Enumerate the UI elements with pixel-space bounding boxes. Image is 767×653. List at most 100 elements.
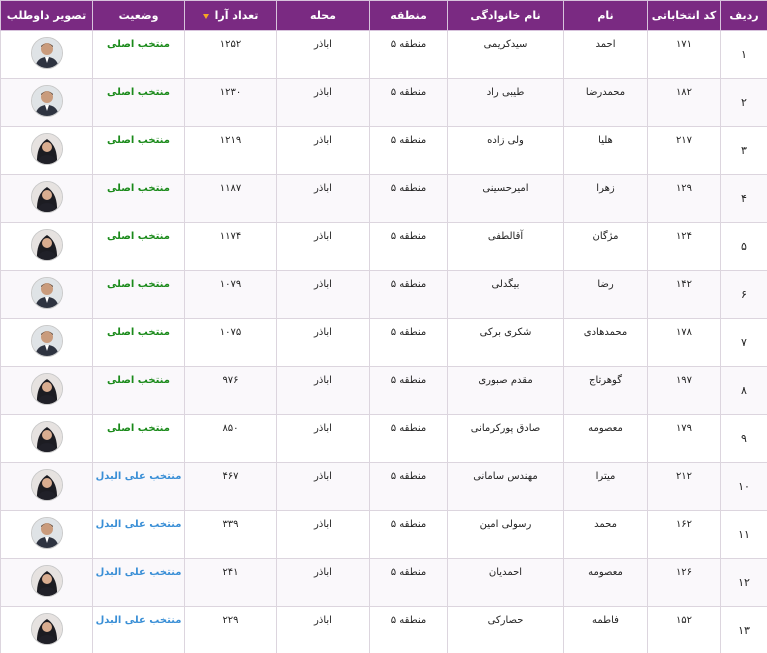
table-row: ۶ ۱۴۲ رضا بیگدلی منطقه ۵ اباذر ۱۰۷۹ منتخب اصلی [0,270,767,319]
woman-portrait-icon[interactable] [30,372,63,405]
cell-votes: ۱۲۱۹ [184,126,277,175]
cell-region: منطقه ۵ [369,222,448,271]
cell-photo [0,462,93,511]
cell-row-number: ۲ [720,78,767,127]
woman-portrait-icon[interactable] [30,132,63,165]
cell-region: منطقه ۵ [369,78,448,127]
cell-row-number: ۱ [720,30,767,79]
cell-photo [0,126,93,175]
cell-photo [0,510,93,559]
cell-region: منطقه ۵ [369,174,448,223]
man-portrait-icon[interactable] [30,324,63,357]
man-portrait-icon[interactable] [30,276,63,309]
table-row: ۳ ۲۱۷ هلیا ولی زاده منطقه ۵ اباذر ۱۲۱۹ منتخب اص… [0,126,767,175]
cell-code: ۱۹۷ [647,366,721,415]
cell-last-name: شکری برکی [447,318,564,367]
cell-row-number: ۶ [720,270,767,319]
man-portrait-icon[interactable] [30,516,63,549]
cell-status: منتخب اصلی [92,126,185,175]
sort-desc-icon[interactable] [202,13,209,19]
cell-first-name: گوهرتاج [563,366,648,415]
woman-portrait-icon[interactable] [30,468,63,501]
woman-portrait-icon[interactable] [30,180,63,213]
cell-status: منتخب اصلی [92,30,185,79]
cell-district: اباذر [276,606,370,653]
table-row: ۲ ۱۸۲ محمدرضا طیبی راد منطقه ۵ اباذر ۱۲۳۰ منتخب… [0,78,767,127]
cell-last-name: مقدم صبوری [447,366,564,415]
cell-last-name: مهندس سامانی [447,462,564,511]
cell-district: اباذر [276,318,370,367]
cell-photo [0,222,93,271]
cell-region: منطقه ۵ [369,510,448,559]
cell-code: ۱۴۲ [647,270,721,319]
header-district[interactable]: محله [276,0,370,31]
header-first-name[interactable]: نام [563,0,648,31]
cell-row-number: ۴ [720,174,767,223]
man-portrait-icon[interactable] [30,84,63,117]
cell-code: ۲۱۲ [647,462,721,511]
cell-row-number: ۹ [720,414,767,463]
cell-row-number: ۸ [720,366,767,415]
cell-first-name: مژگان [563,222,648,271]
cell-photo [0,558,93,607]
woman-portrait-icon[interactable] [30,612,63,645]
cell-region: منطقه ۵ [369,318,448,367]
cell-code: ۱۲۹ [647,174,721,223]
header-votes[interactable]: تعداد آرا [184,0,277,31]
cell-status: منتخب اصلی [92,414,185,463]
man-portrait-icon[interactable] [30,36,63,69]
cell-district: اباذر [276,270,370,319]
table-row: ۹ ۱۷۹ معصومه صادق پورکرمانی منطقه ۵ اباذر ۸۵۰ م… [0,414,767,463]
cell-code: ۱۷۱ [647,30,721,79]
cell-first-name: محمد [563,510,648,559]
cell-region: منطقه ۵ [369,606,448,653]
header-last-name[interactable]: نام خانوادگی [447,0,564,31]
table-row: ۱۰ ۲۱۲ میترا مهندس سامانی منطقه ۵ اباذر ۴۶۷ منت… [0,462,767,511]
cell-region: منطقه ۵ [369,270,448,319]
header-row-number[interactable]: ردیف [720,0,767,31]
cell-last-name: طیبی راد [447,78,564,127]
table-row: ۴ ۱۲۹ زهرا امیرحسینی منطقه ۵ اباذر ۱۱۸۷ منتخب ا… [0,174,767,223]
cell-district: اباذر [276,174,370,223]
header-photo[interactable]: تصویر داوطلب [0,0,93,31]
cell-status: منتخب علی البدل [92,462,185,511]
cell-first-name: فاطمه [563,606,648,653]
header-votes-label: تعداد آرا [214,9,259,22]
cell-votes: ۱۰۷۹ [184,270,277,319]
cell-votes: ۹۷۶ [184,366,277,415]
cell-photo [0,78,93,127]
cell-status: منتخب علی البدل [92,558,185,607]
cell-first-name: زهرا [563,174,648,223]
header-status[interactable]: وضعیت [92,0,185,31]
cell-code: ۱۶۲ [647,510,721,559]
woman-portrait-icon[interactable] [30,420,63,453]
woman-portrait-icon[interactable] [30,564,63,597]
cell-code: ۲۱۷ [647,126,721,175]
cell-district: اباذر [276,414,370,463]
cell-photo [0,318,93,367]
cell-code: ۱۷۸ [647,318,721,367]
header-region[interactable]: منطقه [369,0,448,31]
cell-votes: ۳۳۹ [184,510,277,559]
cell-last-name: ولی زاده [447,126,564,175]
cell-last-name: سیدکریمی [447,30,564,79]
cell-district: اباذر [276,558,370,607]
cell-votes: ۴۶۷ [184,462,277,511]
cell-row-number: ۵ [720,222,767,271]
cell-last-name: آقالطفی [447,222,564,271]
woman-portrait-icon[interactable] [30,228,63,261]
election-results-table: ردیف کد انتخاباتی نام نام خانوادگی منطقه… [0,0,767,653]
cell-status: منتخب اصلی [92,222,185,271]
cell-status: منتخب اصلی [92,174,185,223]
cell-code: ۱۸۲ [647,78,721,127]
cell-votes: ۱۱۷۴ [184,222,277,271]
cell-votes: ۸۵۰ [184,414,277,463]
cell-votes: ۲۴۱ [184,558,277,607]
cell-last-name: احمدیان [447,558,564,607]
table-row: ۱ ۱۷۱ احمد سیدکریمی منطقه ۵ اباذر ۱۲۵۲ منتخب اص… [0,30,767,79]
cell-status: منتخب اصلی [92,318,185,367]
cell-code: ۱۲۴ [647,222,721,271]
header-code[interactable]: کد انتخاباتی [647,0,721,31]
cell-first-name: معصومه [563,414,648,463]
table-body: ۱ ۱۷۱ احمد سیدکریمی منطقه ۵ اباذر ۱۲۵۲ منتخب اص… [0,30,767,653]
